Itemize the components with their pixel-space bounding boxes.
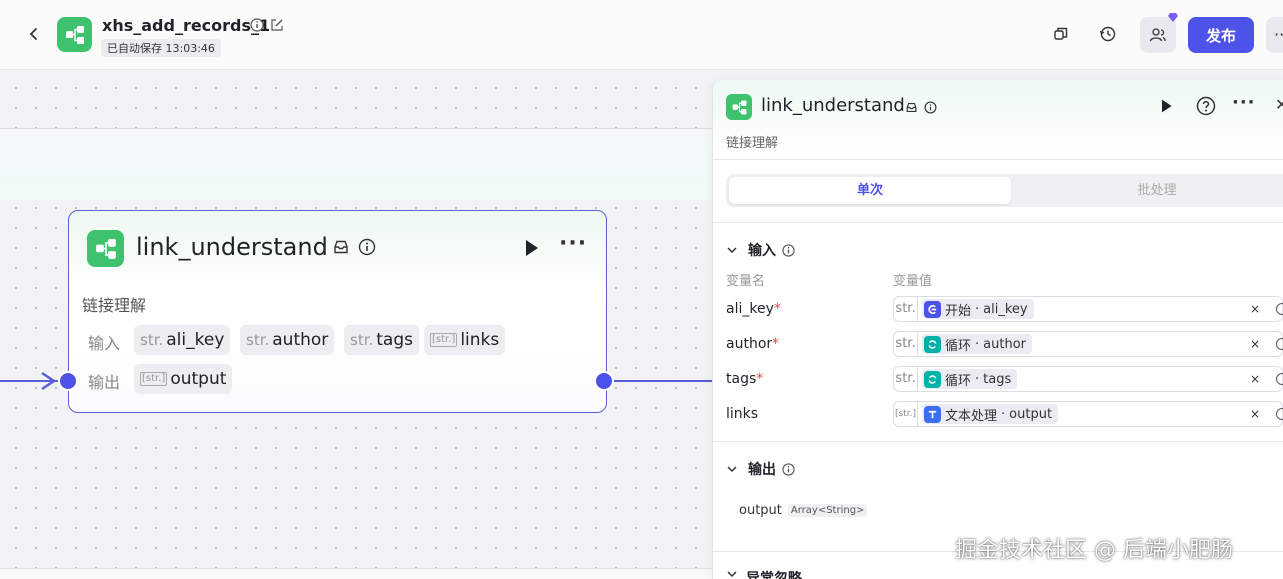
chevron-down-icon <box>727 466 737 473</box>
node-config-panel: link_understand ··· ✕ 链接理解 单次 批处理 输入 变量名… <box>712 80 1283 579</box>
input-param-chip: str. tags <box>344 325 419 355</box>
workflow-title: xhs_add_records_1 <box>102 16 271 35</box>
variable-reference[interactable]: 开始 · ali_key <box>922 299 1034 319</box>
clear-icon[interactable]: × <box>1250 302 1260 316</box>
panel-header: link_understand ··· ✕ 链接理解 <box>713 80 1283 160</box>
variable-name: tags* <box>726 371 764 387</box>
variable-value-field[interactable]: [str.] 文本处理 · output × <box>893 401 1283 427</box>
history-icon[interactable] <box>1098 24 1118 44</box>
outgoing-edge <box>614 380 712 382</box>
input-param-chip: str. ali_key <box>134 325 231 355</box>
error-section-title: 异常忽略 <box>746 571 802 579</box>
more-icon[interactable]: ··· <box>1232 92 1256 113</box>
panel-description: 链接理解 <box>726 136 779 151</box>
run-icon[interactable] <box>521 238 541 262</box>
info-icon[interactable] <box>782 243 795 257</box>
input-section-title: 输入 <box>748 243 776 259</box>
watermark-text: 掘金技术社区 @ 后端小肥肠 <box>955 538 1233 563</box>
loop-container-body <box>0 128 712 200</box>
users-icon <box>1149 28 1166 42</box>
copy-icon[interactable] <box>1051 24 1071 44</box>
input-param-chip: [str.] links <box>424 325 506 355</box>
workflow-app-icon <box>57 17 92 52</box>
toggle-icon[interactable] <box>1276 338 1283 350</box>
variable-value-field[interactable]: str. 循环 · author × <box>893 331 1283 357</box>
tab-batch[interactable]: 批处理 <box>1016 177 1283 204</box>
output-section-title: 输出 <box>748 462 776 478</box>
toggle-icon[interactable] <box>1276 408 1283 420</box>
publish-button[interactable]: 发布 <box>1188 17 1254 53</box>
edit-icon[interactable] <box>270 17 284 36</box>
output-section-header[interactable]: 输出 <box>726 459 795 479</box>
input-param-chip: str. author <box>240 325 335 355</box>
error-ignore-section-header[interactable]: 异常忽略 <box>726 568 802 579</box>
variable-name: author* <box>726 336 780 352</box>
toggle-icon[interactable] <box>1276 303 1283 315</box>
more-options-icon[interactable]: ··· <box>1266 17 1283 53</box>
more-icon[interactable]: ··· <box>559 231 587 256</box>
loop-node-icon <box>924 335 941 353</box>
plugin-node-icon <box>726 94 752 120</box>
output-type-badge: Array<String> <box>787 504 868 517</box>
back-chevron-icon[interactable] <box>24 24 44 44</box>
input-port[interactable] <box>58 371 78 391</box>
clear-icon[interactable]: × <box>1250 372 1260 386</box>
inbox-icon[interactable] <box>905 99 918 118</box>
start-node-icon <box>924 300 941 318</box>
input-section-header[interactable]: 输入 <box>726 240 795 260</box>
toggle-icon[interactable] <box>1276 373 1283 385</box>
output-port[interactable] <box>594 371 614 391</box>
loop-node-icon <box>924 370 941 388</box>
panel-title: link_understand <box>761 95 905 116</box>
variable-value-field[interactable]: str. 开始 · ali_key × <box>893 296 1283 322</box>
top-bar: xhs_add_records_1 已自动保存 13:03:46 发布 ··· <box>0 0 1283 70</box>
mode-tabs: 单次 批处理 <box>726 174 1283 207</box>
clear-icon[interactable]: × <box>1250 407 1260 421</box>
variable-reference[interactable]: 循环 · tags <box>922 369 1018 389</box>
output-variable: output Array<String> <box>739 503 868 518</box>
info-icon[interactable] <box>782 462 795 476</box>
clear-icon[interactable]: × <box>1250 337 1260 351</box>
output-name: output <box>739 503 782 518</box>
variable-value-field[interactable]: str. 循环 · tags × <box>893 366 1283 392</box>
column-header-name: 变量名 <box>726 274 766 289</box>
output-param-chip: [str.] output <box>134 364 233 394</box>
inbox-icon[interactable] <box>332 238 350 260</box>
info-icon[interactable] <box>924 99 937 118</box>
collaborators-button[interactable] <box>1140 13 1178 53</box>
premium-gem-icon <box>1168 13 1178 22</box>
plugin-node-icon <box>87 230 124 267</box>
autosave-status: 已自动保存 13:03:46 <box>101 39 221 57</box>
loop-container-footer <box>0 568 712 579</box>
chevron-down-icon <box>727 571 737 578</box>
text-process-node-icon <box>924 405 941 423</box>
run-icon[interactable] <box>1158 98 1174 118</box>
column-header-value: 变量值 <box>893 274 933 289</box>
link-understand-node[interactable]: link_understand ··· 链接理解 输入 str. ali_key … <box>68 210 607 413</box>
variable-name: ali_key* <box>726 301 781 317</box>
tab-single[interactable]: 单次 <box>729 177 1011 204</box>
variable-reference[interactable]: 循环 · author <box>922 334 1032 354</box>
help-icon[interactable] <box>1196 96 1216 120</box>
info-icon[interactable] <box>250 17 264 36</box>
variable-reference[interactable]: 文本处理 · output <box>922 404 1059 424</box>
outputs-label: 输出 <box>88 373 121 392</box>
variable-name: links <box>726 406 759 422</box>
close-icon[interactable]: ✕ <box>1275 95 1283 114</box>
node-title: link_understand <box>136 233 328 261</box>
info-icon[interactable] <box>358 238 376 260</box>
node-description: 链接理解 <box>82 296 147 315</box>
chevron-down-icon <box>727 247 737 254</box>
edge-arrow-icon <box>41 371 57 391</box>
inputs-label: 输入 <box>88 334 121 353</box>
